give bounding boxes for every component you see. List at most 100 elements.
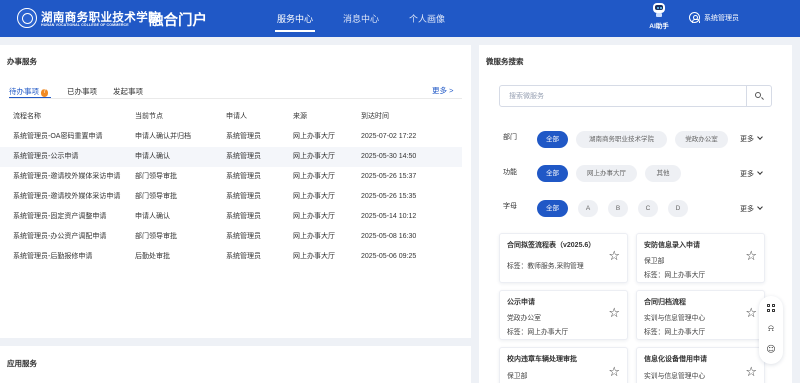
service-card[interactable]: 公示申请 党政办公室 标签：网上办事大厅 ☆ — [499, 290, 628, 340]
chip-func-other[interactable]: 其他 — [645, 165, 681, 182]
chip-dept-all[interactable]: 全部 — [537, 131, 568, 148]
cell-source: 网上办事大厅 — [293, 153, 335, 160]
search-button[interactable] — [747, 86, 772, 106]
tab-initiated[interactable]: 发起事项 — [113, 86, 143, 97]
star-favorite-icon[interactable]: ☆ — [608, 250, 620, 263]
grid-icon[interactable] — [759, 299, 783, 317]
service-card[interactable]: 信息化设备借用申请 实训与信息管理中心 ☆ — [636, 347, 765, 383]
chip-letter-a[interactable]: A — [578, 200, 598, 217]
cell-arrival-time: 2025-05-30 14:50 — [361, 153, 417, 160]
app-service-panel: 应用服务 — [0, 346, 471, 383]
card-title: 公示申请 — [507, 299, 535, 306]
chip-dept-school[interactable]: 湖南商务职业技术学院 — [576, 131, 667, 148]
cell-arrival-time: 2025-05-26 15:35 — [361, 193, 417, 200]
card-tags: 标签：网上办事大厅 — [644, 329, 706, 336]
cell-process-name: 系统管理员-邀请校外媒体采访申请 — [13, 193, 121, 200]
bell-icon[interactable]: ⍾ — [759, 320, 783, 338]
star-favorite-icon[interactable]: ☆ — [745, 366, 757, 379]
robot-icon — [652, 1, 666, 17]
search-icon — [755, 92, 761, 98]
cell-arrival-time: 2025-05-14 10:12 — [361, 213, 417, 220]
star-favorite-icon[interactable]: ☆ — [745, 307, 757, 320]
cell-applicant: 系统管理员 — [226, 153, 261, 160]
tab-done[interactable]: 已办事项 — [67, 86, 97, 97]
cell-source: 网上办事大厅 — [293, 213, 335, 220]
star-favorite-icon[interactable]: ☆ — [608, 307, 620, 320]
service-card[interactable]: 合同归档流程 实训与信息管理中心 标签：网上办事大厅 ☆ — [636, 290, 765, 340]
app-service-title: 应用服务 — [7, 359, 37, 368]
service-card[interactable]: 安防信息录入申请 保卫部 标签：网上办事大厅 ☆ — [636, 233, 765, 283]
card-title: 合同拟签流程表（v2025.6） — [507, 242, 596, 249]
ai-assistant-label: AI助手 — [649, 23, 669, 30]
nav-service-center[interactable]: 服务中心 — [274, 0, 316, 37]
cell-arrival-time: 2025-05-06 09:25 — [361, 253, 417, 260]
service-card[interactable]: 校内违章车辆处理审批 保卫部 ☆ — [499, 347, 628, 383]
cell-current-node: 部门领导审批 — [135, 193, 177, 200]
user-avatar-icon — [689, 12, 700, 23]
table-row[interactable]: 系统管理员-办公资产调配申请 部门领导审批 系统管理员 网上办事大厅 2025-05-0… — [0, 227, 462, 247]
service-card[interactable]: 合同拟签流程表（v2025.6） 标签：教师服务,采购管理 ☆ — [499, 233, 628, 283]
table-header: 流程名称 当前节点 申请人 来源 到达时间 — [0, 107, 462, 127]
card-department: 保卫部 — [644, 258, 665, 265]
smile-icon[interactable]: ☺ — [759, 341, 783, 359]
user-menu[interactable]: 系统管理员 — [689, 12, 739, 23]
nav-personal-profile[interactable]: 个人画像 — [409, 0, 445, 37]
ai-assistant-button[interactable]: AI助手 — [644, 1, 674, 35]
cell-process-name: 系统管理员-固定资产调整申请 — [13, 213, 107, 220]
filter-dept-label: 部门 — [503, 134, 517, 141]
floating-toolbar: ⍾ ☺ — [759, 296, 783, 364]
card-department: 保卫部 — [507, 373, 528, 380]
cell-source: 网上办事大厅 — [293, 193, 335, 200]
table-row[interactable]: 系统管理员-OA密码重置申请 申请人确认并归档 系统管理员 网上办事大厅 2025-07… — [0, 127, 462, 147]
nav-message-center[interactable]: 消息中心 — [343, 0, 379, 37]
card-tags: 标签：教师服务,采购管理 — [507, 263, 584, 270]
search-input[interactable] — [500, 86, 746, 106]
cell-current-node: 申请人确认并归档 — [135, 133, 191, 140]
cell-arrival-time: 2025-05-26 15:37 — [361, 173, 417, 180]
cell-applicant: 系统管理员 — [226, 233, 261, 240]
cell-applicant: 系统管理员 — [226, 173, 261, 180]
table-row[interactable]: 系统管理员-邀请校外媒体采访申请 部门领导审批 系统管理员 网上办事大厅 2025-05… — [0, 167, 462, 187]
cell-applicant: 系统管理员 — [226, 193, 261, 200]
cell-source: 网上办事大厅 — [293, 253, 335, 260]
card-title: 安防信息录入申请 — [644, 242, 700, 249]
card-tags: 标签：网上办事大厅 — [644, 272, 706, 279]
filter-dept-more[interactable]: 更多 — [740, 134, 763, 144]
tab-todo[interactable]: 待办事项 7 — [9, 86, 49, 97]
cell-applicant: 系统管理员 — [226, 133, 261, 140]
table-row[interactable]: 系统管理员-后勤报修申请 后勤处审批 系统管理员 网上办事大厅 2025-05-06 0… — [0, 247, 462, 267]
cell-source: 网上办事大厅 — [293, 133, 335, 140]
card-title: 校内违章车辆处理审批 — [507, 356, 577, 363]
star-favorite-icon[interactable]: ☆ — [745, 250, 757, 263]
card-tags: 标签：网上办事大厅 — [507, 329, 569, 336]
table-row[interactable]: 系统管理员-公示申请 申请人确认 系统管理员 网上办事大厅 2025-05-30 14:… — [0, 147, 462, 167]
chip-func-online-hall[interactable]: 网上办事大厅 — [576, 165, 637, 182]
filter-letter-more-label: 更多 — [740, 206, 754, 213]
cell-applicant: 系统管理员 — [226, 253, 261, 260]
chevron-right-icon: > — [447, 86, 454, 95]
star-favorite-icon[interactable]: ☆ — [608, 366, 620, 379]
card-department: 实训与信息管理中心 — [644, 315, 706, 322]
chip-letter-d[interactable]: D — [668, 200, 688, 217]
cell-current-node: 部门领导审批 — [135, 233, 177, 240]
card-title: 信息化设备借用申请 — [644, 356, 707, 363]
filter-letter-more[interactable]: 更多 — [740, 204, 763, 214]
todo-count-badge: 7 — [41, 89, 49, 97]
chip-func-all[interactable]: 全部 — [537, 165, 568, 182]
cell-source: 网上办事大厅 — [293, 233, 335, 240]
table-row[interactable]: 系统管理员-固定资产调整申请 申请人确认 系统管理员 网上办事大厅 2025-05-14… — [0, 207, 462, 227]
chip-letter-b[interactable]: B — [608, 200, 628, 217]
cell-current-node: 申请人确认 — [135, 213, 170, 220]
card-department: 实训与信息管理中心 — [644, 373, 706, 380]
chip-letter-c[interactable]: C — [638, 200, 658, 217]
cell-current-node: 申请人确认 — [135, 153, 170, 160]
card-title: 合同归档流程 — [644, 299, 686, 306]
chip-dept-party-office[interactable]: 党政办公室 — [675, 131, 728, 148]
cell-process-name: 系统管理员-邀请校外媒体采访申请 — [13, 173, 121, 180]
school-logo-icon[interactable] — [17, 8, 37, 28]
chip-letter-all[interactable]: 全部 — [537, 200, 568, 217]
micro-service-title: 微服务搜索 — [486, 57, 524, 66]
filter-func-more[interactable]: 更多 — [740, 169, 763, 179]
office-more-link[interactable]: 更多 > — [432, 85, 453, 96]
table-row[interactable]: 系统管理员-邀请校外媒体采访申请 部门领导审批 系统管理员 网上办事大厅 2025-05… — [0, 187, 462, 207]
